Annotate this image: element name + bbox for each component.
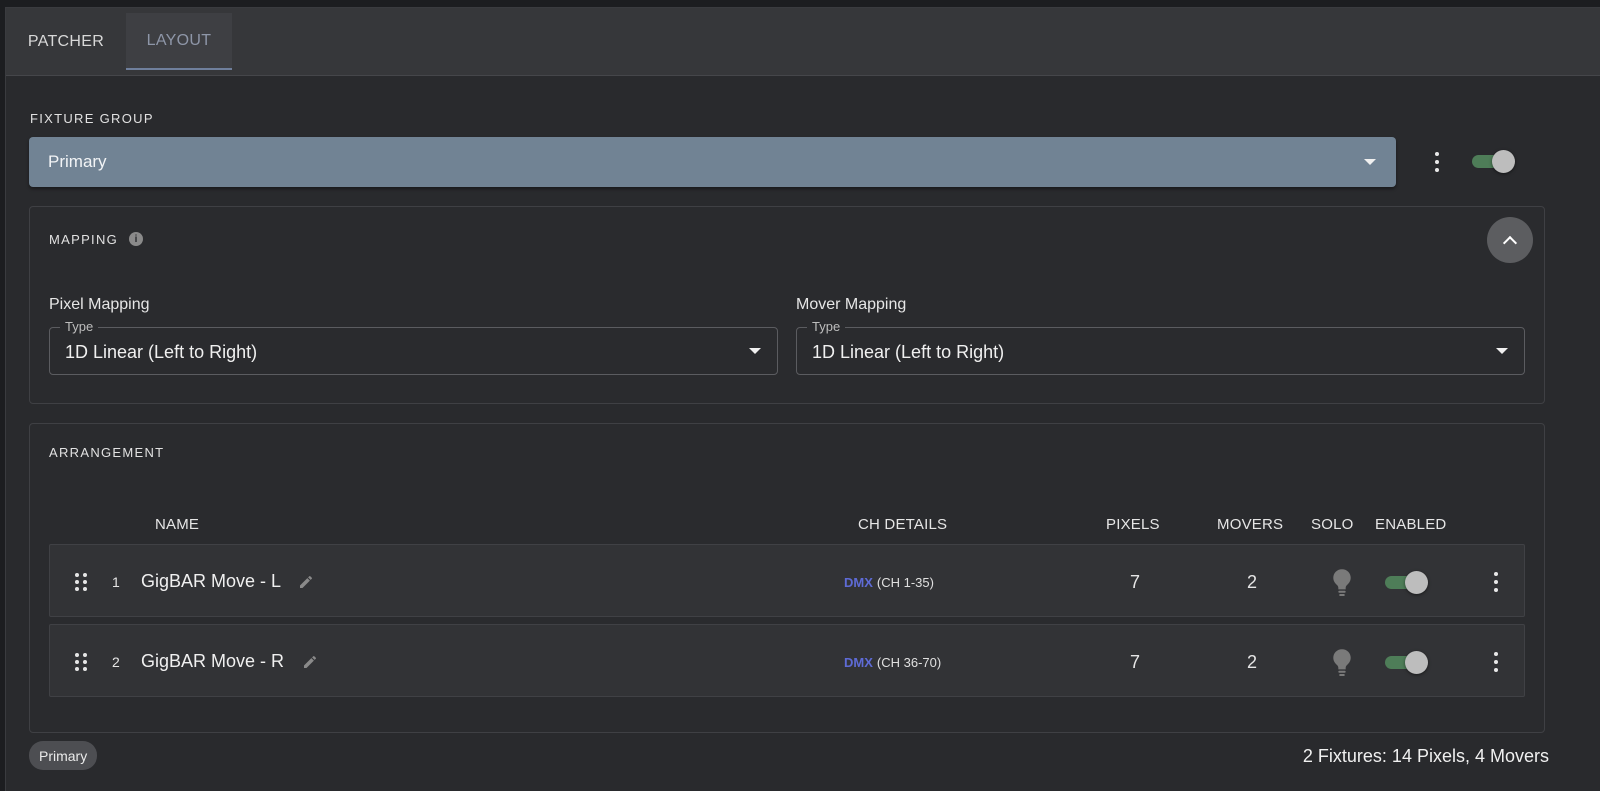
row-enabled-toggle[interactable] <box>1385 570 1431 594</box>
edit-pencil-icon[interactable] <box>302 654 318 670</box>
chevron-up-icon <box>1502 235 1518 250</box>
drag-handle-icon[interactable] <box>75 653 87 671</box>
dropdown-arrow-icon <box>749 348 761 354</box>
drag-handle-icon[interactable] <box>75 573 87 591</box>
arrangement-card: ARRANGEMENT NAME CH DETAILS PIXELS MOVER… <box>29 423 1545 733</box>
row-more-menu-icon[interactable] <box>1484 567 1508 597</box>
row-enabled-toggle[interactable] <box>1385 650 1431 674</box>
channel-range: (CH 1-35) <box>876 575 934 590</box>
row-index: 2 <box>112 654 120 670</box>
mover-mapping-select[interactable]: Type 1D Linear (Left to Right) <box>796 319 1525 375</box>
edit-pencil-icon[interactable] <box>298 574 314 590</box>
mover-count: 2 <box>1246 652 1257 672</box>
row-index: 1 <box>112 574 120 590</box>
table-row[interactable]: 2 GigBAR Move - R DMX (CH 36-70) 7 2 <box>49 624 1525 697</box>
group-more-menu-icon[interactable] <box>1425 147 1449 177</box>
row-more-menu-icon[interactable] <box>1484 647 1508 677</box>
pixel-count: 7 <box>1129 572 1140 592</box>
fixture-group-value: Primary <box>48 152 107 171</box>
column-header-solo: SOLO <box>1311 516 1354 533</box>
collapse-mapping-button[interactable] <box>1487 217 1533 263</box>
dropdown-arrow-icon <box>1496 348 1508 354</box>
fixture-name: GigBAR Move - L <box>141 571 282 591</box>
pixel-mapping-select[interactable]: Type 1D Linear (Left to Right) <box>49 319 778 375</box>
arrangement-title: ARRANGEMENT <box>49 445 165 460</box>
fixture-group-select[interactable]: Primary <box>29 137 1396 187</box>
tab-patcher[interactable]: PATCHER <box>6 13 126 70</box>
mover-mapping-value: 1D Linear (Left to Right) <box>812 342 1005 362</box>
column-header-ch-details: CH DETAILS <box>858 516 948 533</box>
mover-mapping-legend: Type <box>807 319 846 334</box>
column-header-enabled: ENABLED <box>1375 516 1447 533</box>
solo-lightbulb-icon[interactable] <box>1331 648 1353 678</box>
pixel-mapping-value: 1D Linear (Left to Right) <box>65 342 258 362</box>
mover-count: 2 <box>1246 572 1257 592</box>
fixture-name: GigBAR Move - R <box>141 651 285 671</box>
fixture-group-label: FIXTURE GROUP <box>30 111 154 126</box>
info-icon[interactable]: i <box>129 232 143 246</box>
table-row[interactable]: 1 GigBAR Move - L DMX (CH 1-35) 7 2 <box>49 544 1525 617</box>
mapping-card: MAPPING i Pixel Mapping Type 1D Linear (… <box>29 206 1545 404</box>
group-enabled-toggle[interactable] <box>1472 149 1518 173</box>
tab-layout[interactable]: LAYOUT <box>126 13 232 70</box>
fixture-summary: 2 Fixtures: 14 Pixels, 4 Movers <box>1302 746 1549 766</box>
dropdown-arrow-icon <box>1364 159 1376 165</box>
channel-details: DMX (CH 1-35) <box>844 575 934 590</box>
app-window: PATCHER LAYOUT FIXTURE GROUP Primary MAP… <box>5 7 1600 791</box>
column-header-pixels: PIXELS <box>1106 516 1160 533</box>
group-chip[interactable]: Primary <box>29 741 98 770</box>
mapping-title: MAPPING <box>49 232 119 247</box>
column-header-movers: MOVERS <box>1217 516 1284 533</box>
solo-lightbulb-icon[interactable] <box>1331 568 1353 598</box>
column-header-name: NAME <box>155 516 200 533</box>
tab-bar: PATCHER LAYOUT <box>6 8 1600 76</box>
pixel-count: 7 <box>1129 652 1140 672</box>
dmx-protocol-label: DMX <box>844 655 873 670</box>
dmx-protocol-label: DMX <box>844 575 873 590</box>
pixel-mapping-title: Pixel Mapping <box>49 296 150 313</box>
mover-mapping-title: Mover Mapping <box>796 296 907 313</box>
pixel-mapping-legend: Type <box>60 319 99 334</box>
channel-range: (CH 36-70) <box>876 655 942 670</box>
channel-details: DMX (CH 36-70) <box>844 655 941 670</box>
